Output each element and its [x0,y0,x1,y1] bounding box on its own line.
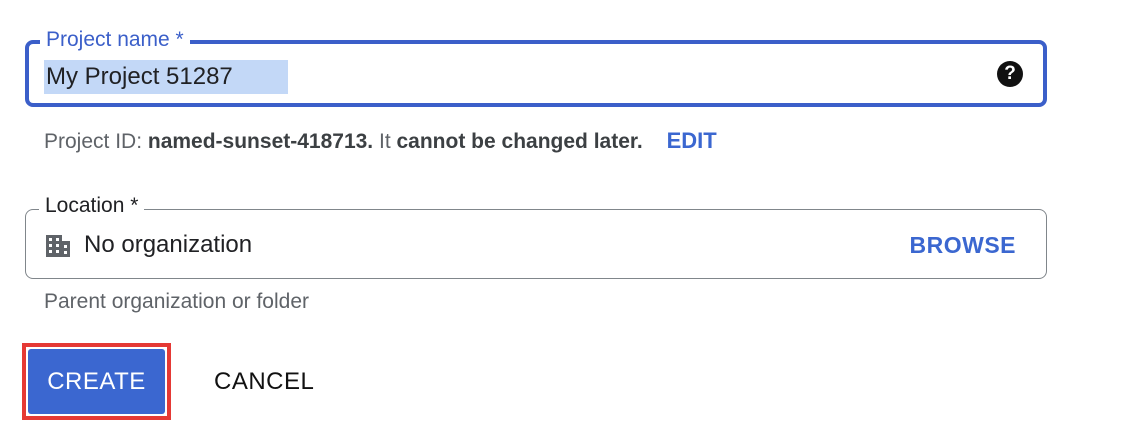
edit-project-id-button[interactable]: EDIT [667,128,717,153]
project-name-label: Project name * [40,26,190,54]
project-name-field[interactable]: Project name * ? [25,26,1047,107]
project-id-warning: cannot be changed later. [396,130,643,153]
cancel-button[interactable]: CANCEL [196,349,332,414]
project-id-line: Project ID: named-sunset-418713. It cann… [44,126,717,157]
browse-button[interactable]: BROWSE [910,230,1017,260]
project-id-value: named-sunset-418713. [147,130,374,153]
project-name-input[interactable] [44,60,288,94]
location-label: Location * [39,192,145,220]
project-id-middle: It [373,130,397,153]
location-field[interactable]: Location * No organization BROWSE [25,192,1047,279]
location-value: No organization [84,231,253,258]
project-id-prefix: Project ID: [44,130,148,153]
create-button[interactable]: CREATE [28,349,165,414]
help-circle-icon[interactable]: ? [997,61,1023,87]
location-helper-text: Parent organization or folder [44,290,309,313]
building-icon [46,235,70,257]
